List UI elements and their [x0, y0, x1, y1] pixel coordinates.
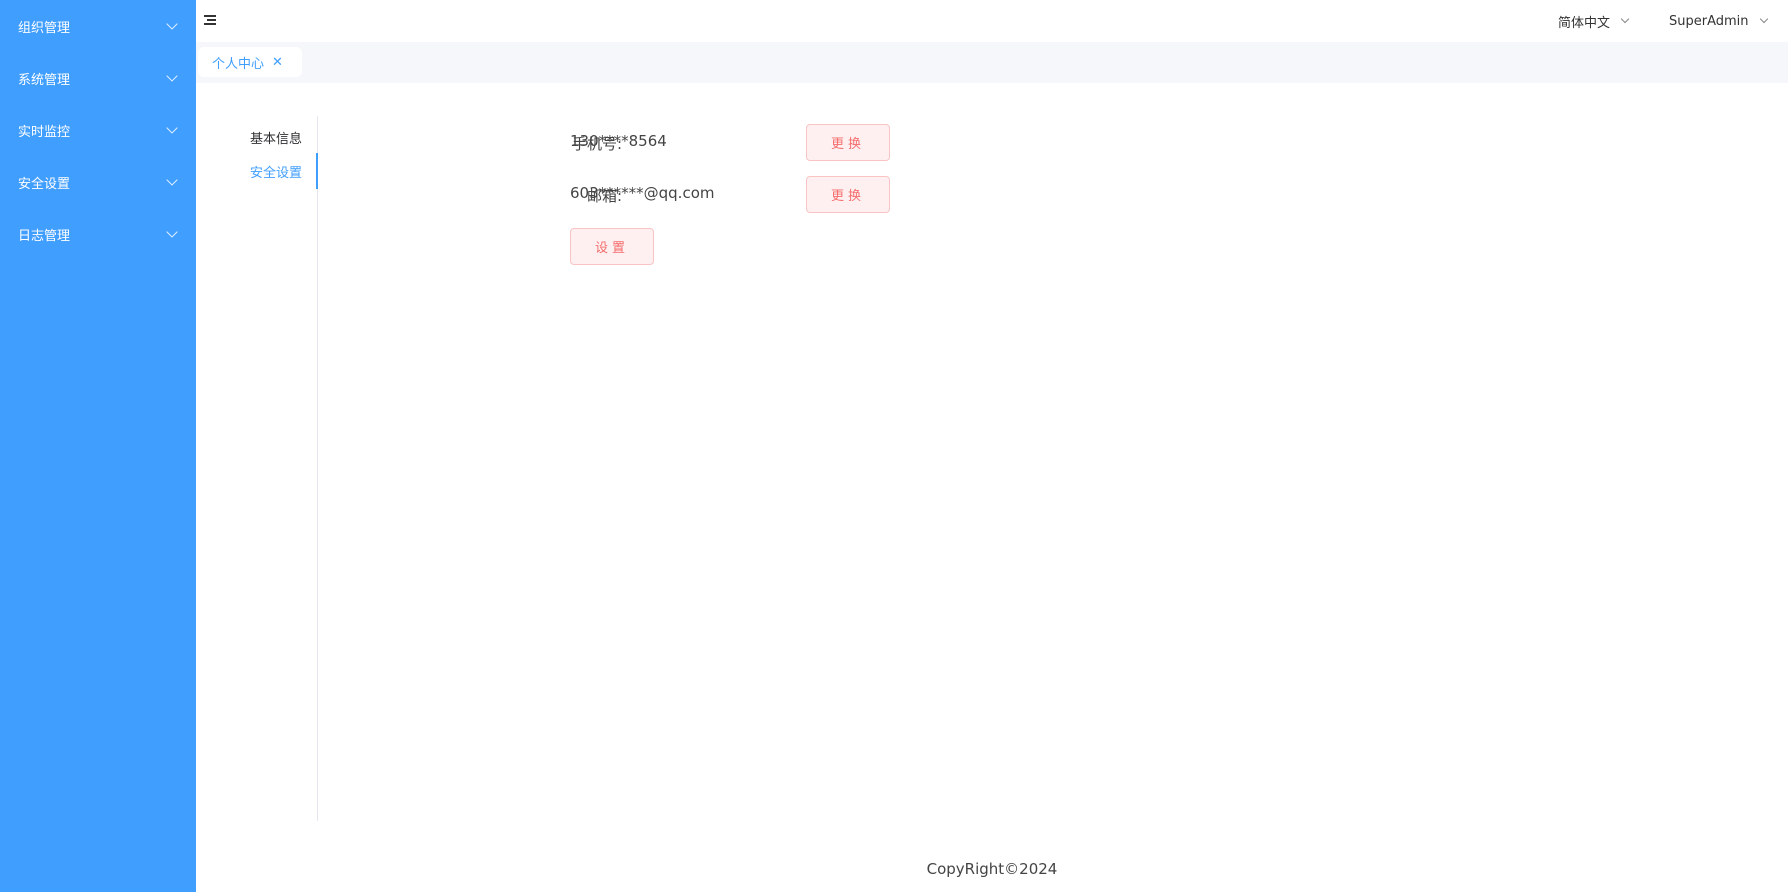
language-label: 简体中文 [1558, 15, 1611, 31]
vertical-tabs-divider [317, 116, 318, 821]
tab-label: 个人中心 [212, 56, 265, 72]
sidebar-item-label: 实时监控 [18, 124, 71, 140]
sidebar-item-org-management[interactable]: 组织管理 [0, 0, 196, 52]
sidebar-item-label: 日志管理 [18, 228, 71, 244]
sidebar-item-label: 组织管理 [18, 20, 71, 36]
user-dropdown[interactable]: SuperAdmin [1669, 0, 1768, 42]
tab-personal-center[interactable]: 个人中心 ✕ [198, 47, 302, 77]
change-email-button[interactable]: 更换 [806, 176, 890, 213]
footer-copyright: CopyRight©2024 [926, 860, 1058, 878]
top-bar: 简体中文 SuperAdmin [196, 0, 1788, 42]
chevron-down-icon [1620, 14, 1630, 24]
sidebar-item-realtime-monitor[interactable]: 实时监控 [0, 104, 196, 156]
user-name: SuperAdmin [1669, 13, 1749, 29]
tab-basic-info[interactable]: 基本信息 [206, 119, 316, 155]
tab-bar: 个人中心 ✕ [196, 42, 1788, 83]
phone-value: 130****8564 [570, 132, 667, 150]
sidebar-item-system-management[interactable]: 系统管理 [0, 52, 196, 104]
main-content: 基本信息 安全设置 手机号: 130****8564 更换 邮箱: 603***… [196, 83, 1788, 892]
chevron-down-icon [166, 226, 178, 238]
chevron-down-icon [166, 18, 178, 30]
tab-label: 安全设置 [249, 165, 302, 181]
sidebar-item-log-management[interactable]: 日志管理 [0, 208, 196, 260]
change-phone-button[interactable]: 更换 [806, 124, 890, 161]
chevron-down-icon [166, 174, 178, 186]
active-tab-indicator [316, 153, 318, 189]
sidebar-item-label: 系统管理 [18, 72, 71, 88]
hamburger-menu-icon[interactable] [204, 15, 216, 25]
sidebar: 组织管理 系统管理 实时监控 安全设置 日志管理 [0, 0, 196, 892]
sidebar-item-label: 安全设置 [18, 176, 71, 192]
set-password-button[interactable]: 设置 [570, 228, 654, 265]
sidebar-item-security-settings[interactable]: 安全设置 [0, 156, 196, 208]
tab-label: 基本信息 [249, 131, 302, 147]
email-value: 603******@qq.com [570, 184, 715, 202]
chevron-down-icon [166, 122, 178, 134]
chevron-down-icon [1759, 14, 1768, 24]
close-icon[interactable]: ✕ [272, 55, 283, 70]
chevron-down-icon [166, 70, 178, 82]
tab-security-settings[interactable]: 安全设置 [206, 153, 316, 189]
language-dropdown[interactable]: 简体中文 [1558, 0, 1630, 42]
